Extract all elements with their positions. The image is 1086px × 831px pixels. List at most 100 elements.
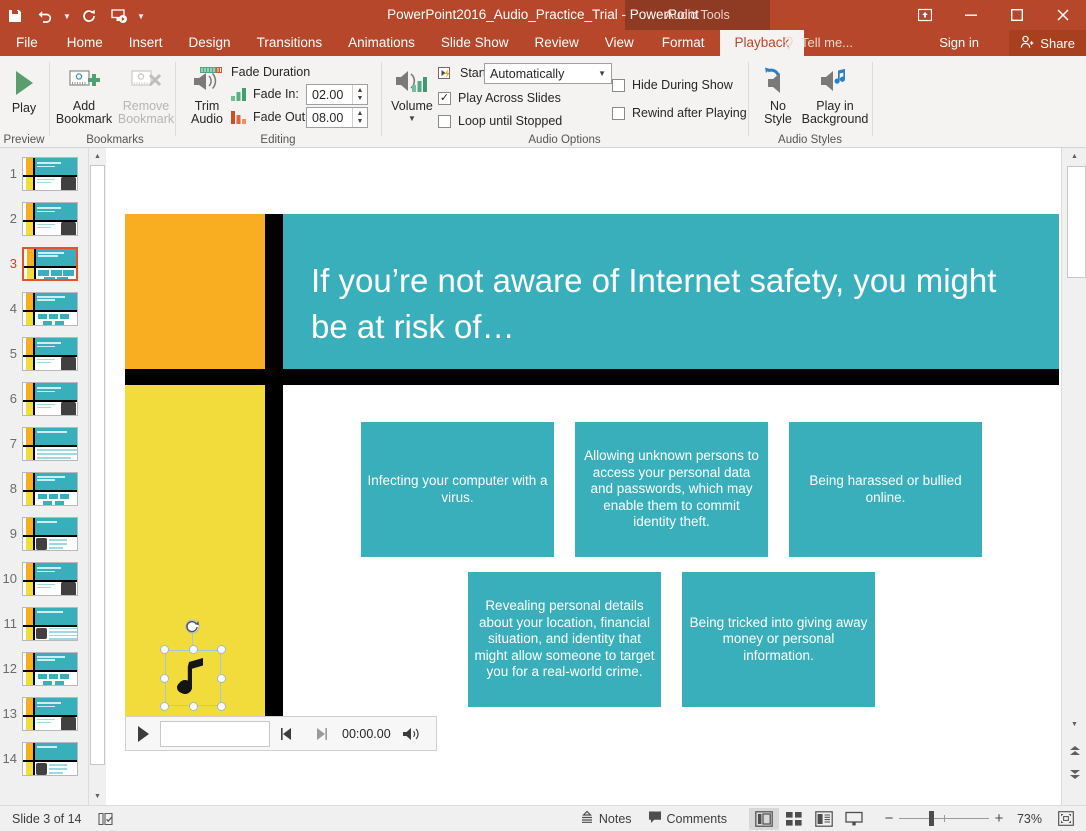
tab-insert[interactable]: Insert bbox=[116, 30, 176, 56]
slide-title-text[interactable]: If you’re not aware of Internet safety, … bbox=[311, 258, 1031, 350]
zoom-slider[interactable]: − + bbox=[879, 811, 1009, 826]
thumbnail-slide-9[interactable]: 9 bbox=[0, 511, 88, 556]
thumbnail-slide-1[interactable]: 1 bbox=[0, 151, 88, 196]
reading-view-button[interactable] bbox=[809, 808, 839, 830]
thumbnail-preview[interactable] bbox=[22, 427, 78, 461]
thumbnail-scroll-track[interactable] bbox=[89, 165, 106, 788]
thumbnail-slide-12[interactable]: 12 bbox=[0, 646, 88, 691]
thumbnail-preview[interactable] bbox=[22, 562, 78, 596]
slide-box-5[interactable]: Being tricked into giving away money or … bbox=[682, 572, 875, 707]
slide-indicator[interactable]: Slide 3 of 14 bbox=[0, 806, 90, 831]
volume-button[interactable]: Volume ▼ bbox=[386, 62, 438, 123]
slide-show-view-button[interactable] bbox=[839, 808, 869, 830]
zoom-out-button[interactable]: − bbox=[879, 811, 899, 826]
play-in-background-button[interactable]: Play in Background bbox=[801, 62, 869, 126]
slide-editing-area[interactable]: If you’re not aware of Internet safety, … bbox=[106, 148, 1061, 805]
resize-handle-s[interactable] bbox=[189, 702, 198, 711]
close-icon[interactable] bbox=[1040, 0, 1086, 30]
fade-out-spinner[interactable]: ▲▼ bbox=[352, 108, 367, 127]
trim-audio-button[interactable]: Trim Audio bbox=[182, 62, 232, 126]
proofing-icon[interactable] bbox=[90, 806, 122, 831]
zoom-track[interactable] bbox=[899, 818, 989, 819]
thumbnail-preview[interactable] bbox=[22, 382, 78, 416]
play-button[interactable]: Play bbox=[4, 64, 44, 115]
volume-dropdown-icon[interactable]: ▼ bbox=[408, 114, 416, 123]
start-dropdown[interactable]: Automatically ▼ bbox=[484, 63, 612, 84]
thumbnail-slide-3[interactable]: 3 bbox=[0, 241, 88, 286]
thumbnail-preview[interactable] bbox=[22, 607, 78, 641]
thumbnail-preview[interactable] bbox=[22, 157, 78, 191]
resize-handle-n[interactable] bbox=[189, 645, 198, 654]
resize-handle-se[interactable] bbox=[217, 702, 226, 711]
thumbnail-scroll-thumb[interactable] bbox=[90, 165, 105, 765]
audio-icon[interactable] bbox=[169, 654, 217, 702]
thumbnail-preview[interactable] bbox=[22, 247, 78, 281]
remove-bookmark-button[interactable]: Remove Bookmark bbox=[116, 62, 176, 126]
tab-design[interactable]: Design bbox=[176, 30, 244, 56]
audio-playback-bar[interactable]: 00:00.00 bbox=[125, 716, 437, 751]
notes-button[interactable]: Notes bbox=[572, 806, 640, 831]
thumbnail-preview[interactable] bbox=[22, 337, 78, 371]
thumbnail-slide-10[interactable]: 10 bbox=[0, 556, 88, 601]
fade-out-input[interactable]: 08.00 ▲▼ bbox=[306, 107, 368, 128]
playback-volume-button[interactable] bbox=[395, 726, 429, 742]
tab-animations[interactable]: Animations bbox=[335, 30, 428, 56]
tab-slide-show[interactable]: Slide Show bbox=[428, 30, 522, 56]
audio-object[interactable] bbox=[165, 650, 221, 706]
fade-in-input[interactable]: 02.00 ▲▼ bbox=[306, 84, 368, 105]
share-button[interactable]: Share bbox=[1009, 30, 1086, 56]
sign-in-button[interactable]: Sign in bbox=[939, 30, 979, 56]
slide-sorter-view-button[interactable] bbox=[779, 808, 809, 830]
tab-home[interactable]: Home bbox=[54, 30, 116, 56]
thumbnail-preview[interactable] bbox=[22, 202, 78, 236]
thumbnail-slide-14[interactable]: 14 bbox=[0, 736, 88, 781]
slide-thumbnail-pane[interactable]: 1234567891011121314 bbox=[0, 148, 88, 805]
fade-in-spinner[interactable]: ▲▼ bbox=[352, 85, 367, 104]
next-slide-icon[interactable] bbox=[1066, 766, 1083, 783]
thumbnail-preview[interactable] bbox=[22, 517, 78, 551]
scroll-up-icon[interactable]: ▲ bbox=[1066, 148, 1083, 165]
thumbnail-preview[interactable] bbox=[22, 697, 78, 731]
slide-box-1[interactable]: Infecting your computer with a virus. bbox=[361, 422, 554, 557]
add-bookmark-button[interactable]: Add Bookmark bbox=[54, 62, 114, 126]
scroll-thumb[interactable] bbox=[1067, 166, 1086, 278]
playback-step-forward-button[interactable] bbox=[304, 727, 338, 741]
previous-slide-icon[interactable] bbox=[1066, 742, 1083, 759]
thumbnail-slide-7[interactable]: 7 bbox=[0, 421, 88, 466]
thumbnail-slide-6[interactable]: 6 bbox=[0, 376, 88, 421]
rotation-handle[interactable] bbox=[184, 618, 201, 635]
thumbnail-slide-8[interactable]: 8 bbox=[0, 466, 88, 511]
zoom-in-button[interactable]: + bbox=[989, 811, 1009, 826]
thumbnail-slide-4[interactable]: 4 bbox=[0, 286, 88, 331]
ribbon-display-options-icon[interactable] bbox=[902, 0, 948, 30]
thumbnail-slide-5[interactable]: 5 bbox=[0, 331, 88, 376]
thumbnail-scroll-up-icon[interactable]: ▲ bbox=[89, 148, 106, 165]
thumbnail-preview[interactable] bbox=[22, 742, 78, 776]
scroll-down-icon[interactable]: ▼ bbox=[1066, 716, 1083, 733]
tab-view[interactable]: View bbox=[592, 30, 647, 56]
resize-handle-ne[interactable] bbox=[217, 645, 226, 654]
tell-me-search[interactable]: Tell me... bbox=[782, 30, 853, 56]
tab-file[interactable]: File bbox=[0, 30, 54, 56]
rewind-after-playing-checkbox[interactable]: Rewind after Playing bbox=[612, 106, 747, 120]
thumbnail-preview[interactable] bbox=[22, 652, 78, 686]
slide-area-scrollbar[interactable]: ▲ ▼ bbox=[1061, 148, 1086, 805]
thumbnail-slide-11[interactable]: 11 bbox=[0, 601, 88, 646]
zoom-level[interactable]: 73% bbox=[1009, 806, 1050, 831]
thumbnail-slide-13[interactable]: 13 bbox=[0, 691, 88, 736]
normal-view-button[interactable] bbox=[749, 808, 779, 830]
thumbnail-preview[interactable] bbox=[22, 472, 78, 506]
minimize-icon[interactable] bbox=[948, 0, 994, 30]
playback-progress-bar[interactable] bbox=[160, 721, 270, 747]
thumbnail-scroll-down-icon[interactable]: ▼ bbox=[89, 788, 106, 805]
loop-until-stopped-checkbox[interactable]: Loop until Stopped bbox=[438, 114, 562, 128]
slide-box-3[interactable]: Being harassed or bullied online. bbox=[789, 422, 982, 557]
thumbnail-slide-2[interactable]: 2 bbox=[0, 196, 88, 241]
slide-box-2[interactable]: Allowing unknown persons to access your … bbox=[575, 422, 768, 557]
resize-handle-w[interactable] bbox=[160, 674, 169, 683]
hide-during-show-checkbox[interactable]: Hide During Show bbox=[612, 78, 733, 92]
slide-box-4[interactable]: Revealing personal details about your lo… bbox=[468, 572, 661, 707]
resize-handle-sw[interactable] bbox=[160, 702, 169, 711]
play-across-slides-checkbox[interactable]: ✓ Play Across Slides bbox=[438, 91, 561, 105]
fit-slide-icon[interactable] bbox=[1050, 806, 1086, 831]
